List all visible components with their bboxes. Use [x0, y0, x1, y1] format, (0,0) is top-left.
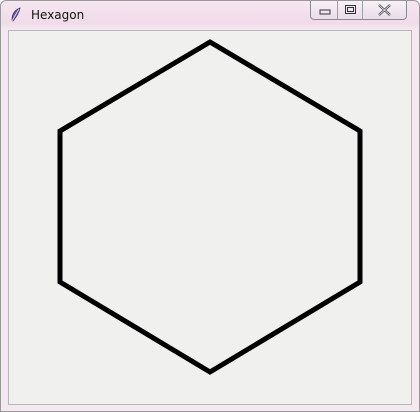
app-window: Hexagon [0, 0, 420, 412]
caption-buttons [310, 1, 407, 20]
drawing-canvas[interactable] [8, 30, 412, 405]
close-button[interactable] [363, 1, 406, 19]
minimize-icon [319, 9, 331, 15]
maximize-button[interactable] [338, 1, 363, 19]
hexagon-canvas [57, 39, 363, 375]
minimize-button[interactable] [311, 1, 338, 19]
hexagon-shape [57, 39, 363, 375]
feather-icon [9, 7, 23, 23]
window-title: Hexagon [31, 8, 85, 22]
title-bar[interactable]: Hexagon [1, 1, 419, 29]
close-icon [378, 4, 391, 16]
maximize-icon [345, 5, 356, 14]
